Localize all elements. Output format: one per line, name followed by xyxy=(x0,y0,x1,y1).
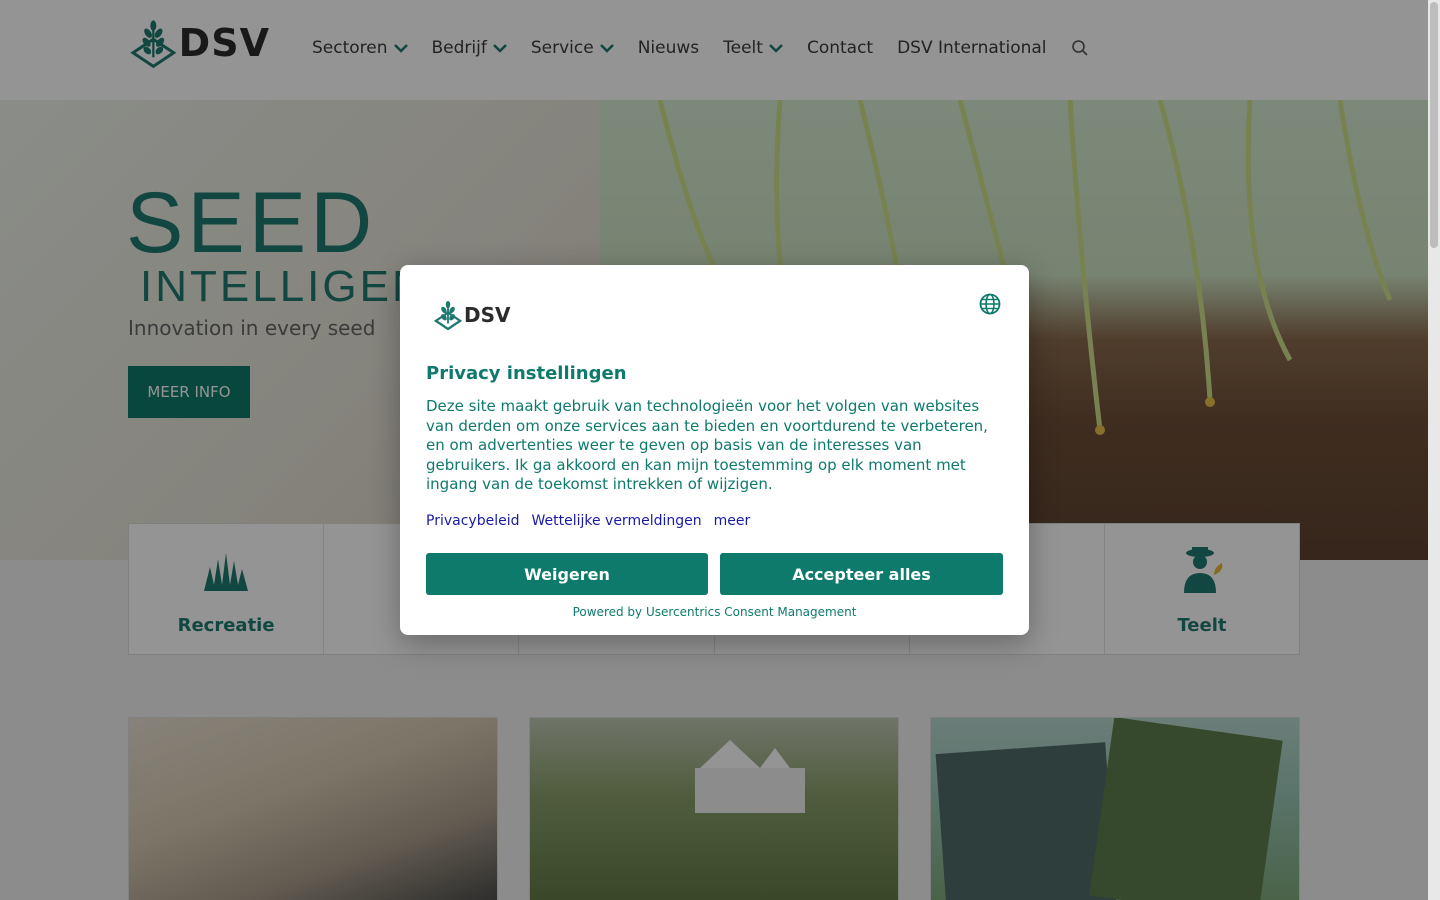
language-globe-icon[interactable] xyxy=(979,293,1001,315)
privacy-policy-link[interactable]: Privacybeleid xyxy=(426,513,519,529)
privacy-consent-dialog: DSV Privacy instellingen Deze site maakt… xyxy=(400,265,1029,635)
dialog-logo: DSV xyxy=(434,299,510,331)
page-scrollbar[interactable] xyxy=(1428,0,1440,900)
dialog-links: Privacybeleid Wettelijke vermeldingen me… xyxy=(426,513,762,529)
powered-by-text[interactable]: Powered by Usercentrics Consent Manageme… xyxy=(400,605,1029,619)
dialog-title: Privacy instellingen xyxy=(426,363,627,384)
dialog-description: Deze site maakt gebruik van technologieë… xyxy=(426,397,988,494)
dialog-logo-text: DSV xyxy=(464,303,511,327)
scrollbar-thumb[interactable] xyxy=(1430,2,1438,248)
accept-all-button[interactable]: Accepteer alles xyxy=(720,553,1003,595)
wheat-logo-icon xyxy=(434,301,462,331)
legal-notice-link[interactable]: Wettelijke vermeldingen xyxy=(531,513,701,529)
deny-button[interactable]: Weigeren xyxy=(426,553,708,595)
more-link[interactable]: meer xyxy=(714,513,751,529)
